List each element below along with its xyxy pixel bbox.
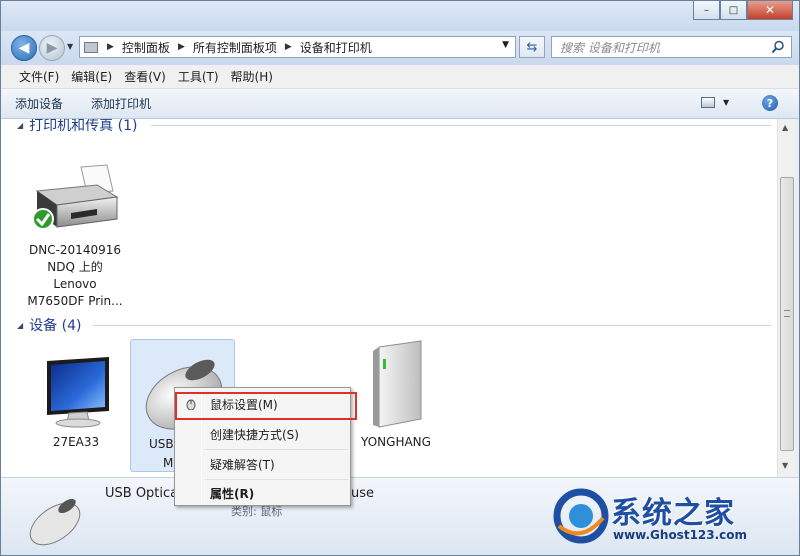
menu-bar: 文件(F) 编辑(E) 查看(V) 工具(T) 帮助(H) (1, 65, 799, 89)
back-button[interactable]: ◀ (11, 35, 37, 61)
title-bar: – □ ✕ (1, 1, 799, 31)
group-divider (93, 325, 771, 326)
collapse-triangle-icon[interactable]: ◢ (17, 121, 23, 130)
watermark-logo: 系统之家 www.Ghost123.com (553, 484, 797, 548)
minimize-button[interactable]: – (693, 1, 720, 20)
monitor-device[interactable]: 27EA33 (31, 353, 121, 451)
mouse-icon (29, 498, 81, 546)
menu-view[interactable]: 查看(V) (118, 68, 172, 85)
scroll-down-icon[interactable]: ▼ (782, 461, 788, 470)
drive-device[interactable]: YONGHANG (351, 339, 441, 451)
chevron-right-icon[interactable]: ▶ (102, 42, 119, 52)
breadcrumb-control-panel[interactable]: 控制面板 (119, 39, 173, 56)
control-panel-icon (80, 37, 102, 57)
explorer-window: – □ ✕ ◀ ▶ ▼ ▶ 控制面板 ▶ 所有控制面板项 ▶ 设备和打印机 ▼ … (0, 0, 800, 556)
mouse-label-line2: M (163, 456, 174, 470)
collapse-triangle-icon[interactable]: ◢ (17, 321, 23, 330)
monitor-icon (47, 357, 109, 428)
context-item-properties[interactable]: 属性(R) (177, 481, 348, 505)
refresh-icon: ⇆ (526, 39, 538, 55)
menu-separator (205, 479, 348, 480)
scroll-up-icon[interactable]: ▲ (782, 123, 788, 132)
arrow-left-icon: ◀ (18, 40, 30, 56)
group-title: 打印机和传真 (1) (29, 119, 138, 134)
address-dropdown-icon[interactable]: ▼ (502, 40, 509, 50)
drive-label: YONGHANG (361, 435, 431, 449)
vertical-scrollbar[interactable]: ▲ ▼ (777, 119, 795, 477)
breadcrumb-devices-printers[interactable]: 设备和打印机 (297, 39, 375, 56)
menu-tools[interactable]: 工具(T) (172, 68, 225, 85)
search-placeholder: 搜索 设备和打印机 (560, 40, 660, 55)
details-pane: USB Optica ouse 类别: 鼠标 系统之家 www.Ghost123… (1, 477, 799, 555)
navigation-bar: ◀ ▶ ▼ ▶ 控制面板 ▶ 所有控制面板项 ▶ 设备和打印机 ▼ ⇆ 搜索 设… (1, 31, 799, 65)
details-device-name: USB Optica (105, 486, 179, 501)
printer-icon (32, 164, 119, 230)
mouse-label-line1: USB (149, 437, 174, 451)
context-item-create-shortcut[interactable]: 创建快捷方式(S) (177, 422, 348, 446)
watermark-url: www.Ghost123.com (613, 528, 748, 542)
change-view-icon[interactable] (701, 97, 715, 108)
search-input[interactable]: 搜索 设备和打印机 (551, 36, 792, 58)
content-pane: ◢ 打印机和传真 (1) DNC-20140916 NDQ 上的 Lenovo … (1, 119, 781, 477)
printer-label-line2: NDQ 上的 (47, 260, 103, 274)
site-logo-icon (553, 488, 609, 544)
add-device-button[interactable]: 添加设备 (15, 95, 63, 112)
printer-label-line3: Lenovo (53, 277, 97, 291)
chevron-right-icon[interactable]: ▶ (280, 42, 297, 52)
chevron-right-icon[interactable]: ▶ (173, 42, 190, 52)
menu-separator (205, 449, 348, 450)
external-drive-icon (373, 340, 422, 428)
forward-button[interactable]: ▶ (39, 35, 65, 61)
group-header-devices[interactable]: ◢ 设备 (4) (17, 315, 81, 335)
search-icon[interactable] (771, 40, 785, 54)
menu-help[interactable]: 帮助(H) (225, 68, 279, 85)
context-item-troubleshoot[interactable]: 疑难解答(T) (177, 452, 348, 476)
add-printer-button[interactable]: 添加打印机 (91, 95, 151, 112)
group-divider (151, 125, 771, 126)
printer-label-line1: DNC-20140916 (28, 243, 121, 257)
menu-edit[interactable]: 编辑(E) (65, 68, 118, 85)
grip-icon (784, 310, 790, 317)
view-dropdown-icon[interactable]: ▼ (723, 98, 729, 107)
arrow-right-icon: ▶ (46, 40, 58, 56)
group-title: 设备 (4) (29, 318, 82, 334)
group-header-printers[interactable]: ◢ 打印机和传真 (1) (17, 119, 137, 135)
printer-label-line4: M7650DF Prin... (27, 294, 123, 308)
recent-pages-dropdown[interactable]: ▼ (67, 42, 73, 51)
refresh-button[interactable]: ⇆ (519, 36, 545, 58)
highlight-annotation (175, 392, 357, 420)
scrollbar-thumb[interactable] (780, 177, 794, 451)
breadcrumb-all-items[interactable]: 所有控制面板项 (190, 39, 280, 56)
printer-device[interactable]: DNC-20140916 NDQ 上的 Lenovo M7650DF Prin.… (23, 163, 127, 310)
watermark-title: 系统之家 (611, 496, 735, 531)
context-item-label: 属性(R) (210, 486, 255, 501)
maximize-button[interactable]: □ (720, 1, 747, 20)
caption-buttons: – □ ✕ (693, 1, 793, 21)
address-bar[interactable]: ▶ 控制面板 ▶ 所有控制面板项 ▶ 设备和打印机 ▼ (79, 36, 516, 58)
help-button[interactable]: ? (762, 95, 778, 111)
monitor-label: 27EA33 (52, 435, 100, 449)
close-button[interactable]: ✕ (747, 1, 793, 20)
command-bar: 添加设备 添加打印机 ▼ ? (1, 89, 799, 119)
menu-file[interactable]: 文件(F) (13, 68, 65, 85)
context-item-label: 疑难解答(T) (210, 457, 275, 472)
context-item-label: 创建快捷方式(S) (210, 427, 299, 442)
